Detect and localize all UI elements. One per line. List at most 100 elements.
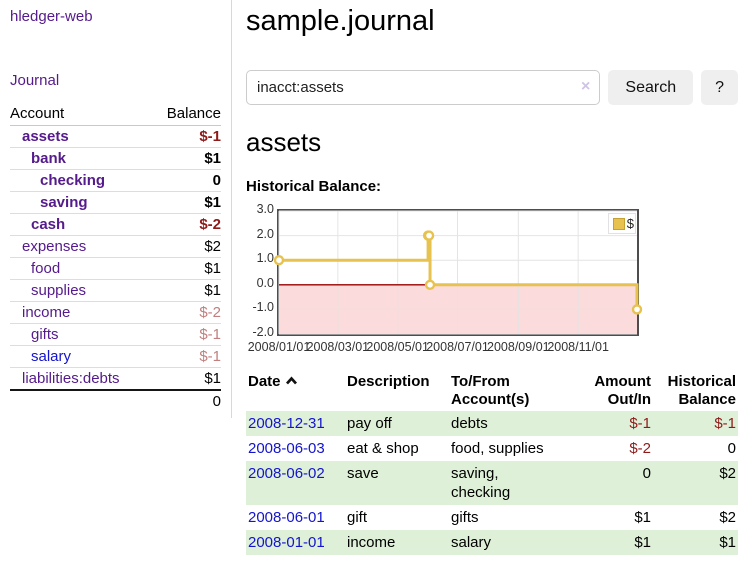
chart-legend: $ <box>608 213 636 234</box>
chart-plot-area: $ <box>277 209 639 336</box>
account-balance: $1 <box>151 192 221 214</box>
transaction-balance: $2 <box>653 461 738 505</box>
transaction-date-link[interactable]: 2008-06-03 <box>248 440 325 457</box>
clear-search-icon[interactable]: × <box>581 79 590 95</box>
x-axis-tick-label: 2008/03/01 <box>307 340 370 354</box>
y-axis-tick-label: -1.0 <box>246 300 274 315</box>
transaction-date-link[interactable]: 2008-12-31 <box>248 415 325 432</box>
register-header-amount: Amount Out/In <box>565 371 653 411</box>
account-link-saving[interactable]: saving <box>40 194 88 211</box>
y-axis-tick-label: 0.0 <box>246 276 274 291</box>
main-content: sample.journal × Search ? assets Histori… <box>246 0 742 555</box>
account-balance: $-2 <box>151 214 221 236</box>
x-axis-tick-label: 2008/09/01 <box>487 340 550 354</box>
transaction-balance: 0 <box>653 436 738 461</box>
x-axis-tick-label: 2008/11/01 <box>547 340 609 354</box>
accounts-total: 0 <box>151 390 221 412</box>
account-balance: $-1 <box>151 324 221 346</box>
register-header-date[interactable]: Date <box>246 371 345 411</box>
account-heading: assets <box>246 128 742 156</box>
account-row: assets $-1 <box>10 126 221 148</box>
register-row: 2008-06-02 savesaving, checking0$2 <box>246 461 738 505</box>
y-axis-tick-label: 1.0 <box>246 251 274 266</box>
register-row: 2008-06-03 eat & shopfood, supplies$-20 <box>246 436 738 461</box>
register-row: 2008-12-31pay offdebts$-1$-1 <box>246 411 738 436</box>
chart-title: Historical Balance: <box>246 178 742 195</box>
account-balance: $1 <box>151 148 221 170</box>
account-link-food[interactable]: food <box>31 260 60 277</box>
transaction-amount: $-2 <box>565 436 653 461</box>
register-row: 2008-06-01 giftgifts$1$2 <box>246 505 738 530</box>
account-balance: $2 <box>151 236 221 258</box>
accounts-header-account: Account <box>10 103 151 126</box>
account-link-expenses[interactable]: expenses <box>22 238 86 255</box>
transaction-amount: $-1 <box>565 411 653 436</box>
transaction-balance: $2 <box>653 505 738 530</box>
sidebar: hledger-web Journal Account Balance asse… <box>0 0 232 418</box>
account-balance: $-1 <box>151 126 221 148</box>
transaction-description: save <box>345 461 449 505</box>
transaction-description: pay off <box>345 411 449 436</box>
register-header-row: Date Description To/From Account(s) Amou… <box>246 371 738 411</box>
transaction-accounts: saving, checking <box>449 461 565 505</box>
account-link-assets[interactable]: assets <box>22 128 69 145</box>
account-link-salary[interactable]: salary <box>31 348 71 365</box>
transaction-date-link[interactable]: 2008-06-02 <box>248 465 325 482</box>
account-link-checking[interactable]: checking <box>40 172 105 189</box>
legend-series-label: $ <box>627 216 634 231</box>
account-row: saving $1 <box>10 192 221 214</box>
y-axis-tick-label: 2.0 <box>246 227 274 242</box>
accounts-table: Account Balance assets $-1 bank $1 checking 0… <box>10 103 221 412</box>
transaction-date-link[interactable]: 2008-06-01 <box>248 509 325 526</box>
register-header-balance: Historical Balance <box>653 371 738 411</box>
register-header-description: Description <box>345 371 449 411</box>
search-input[interactable] <box>246 70 600 105</box>
transaction-accounts: food, supplies <box>449 436 565 461</box>
transaction-amount: $1 <box>565 505 653 530</box>
account-balance: $-1 <box>151 346 221 368</box>
account-row: expenses $2 <box>10 236 221 258</box>
account-row: supplies$1 <box>10 280 221 302</box>
x-axis-tick-label: 2008/05/01 <box>366 340 429 354</box>
account-row: cash $-2 <box>10 214 221 236</box>
app-title-link[interactable]: hledger-web <box>10 8 221 26</box>
y-axis-tick-label: -2.0 <box>246 325 274 340</box>
search-button[interactable]: Search <box>608 70 693 105</box>
account-link-cash[interactable]: cash <box>31 216 65 233</box>
accounts-header-balance: Balance <box>151 103 221 126</box>
account-link-bank[interactable]: bank <box>31 150 66 167</box>
transaction-accounts: gifts <box>449 505 565 530</box>
account-link-income[interactable]: income <box>22 304 70 321</box>
legend-swatch <box>613 218 625 230</box>
transaction-balance: $1 <box>653 530 738 555</box>
account-link-supplies[interactable]: supplies <box>31 282 86 299</box>
transaction-description: eat & shop <box>345 436 449 461</box>
account-balance: $1 <box>151 258 221 280</box>
account-row: liabilities:debts $1 <box>10 368 221 391</box>
account-balance: $1 <box>151 368 221 391</box>
sidebar-item-journal[interactable]: Journal <box>10 72 221 90</box>
account-balance: 0 <box>151 170 221 192</box>
transaction-balance: $-1 <box>653 411 738 436</box>
account-link-liabilities-debts[interactable]: liabilities:debts <box>22 370 120 387</box>
account-link-gifts[interactable]: gifts <box>31 326 59 343</box>
help-button[interactable]: ? <box>701 70 738 105</box>
account-row: income $-2 <box>10 302 221 324</box>
account-row: bank $1 <box>10 148 221 170</box>
x-axis-tick-label: 2008/01/01 <box>248 340 311 354</box>
account-row: food $1 <box>10 258 221 280</box>
transaction-amount: 0 <box>565 461 653 505</box>
historical-balance-chart: $ 3.02.01.00.0-1.0-2.0 2008/01/012008/03… <box>246 207 641 355</box>
search-form: × Search ? <box>246 70 738 105</box>
transaction-accounts: salary <box>449 530 565 555</box>
transaction-accounts: debts <box>449 411 565 436</box>
x-axis-tick-label: 2008/07/01 <box>426 340 489 354</box>
register-table: Date Description To/From Account(s) Amou… <box>246 371 738 555</box>
transaction-date-link[interactable]: 2008-01-01 <box>248 534 325 551</box>
account-row: salary $-1 <box>10 346 221 368</box>
register-row: 2008-01-01incomesalary$1$1 <box>246 530 738 555</box>
sort-ascending-icon <box>285 376 298 385</box>
y-axis-tick-label: 3.0 <box>246 202 274 217</box>
account-balance: $-2 <box>151 302 221 324</box>
transaction-description: gift <box>345 505 449 530</box>
